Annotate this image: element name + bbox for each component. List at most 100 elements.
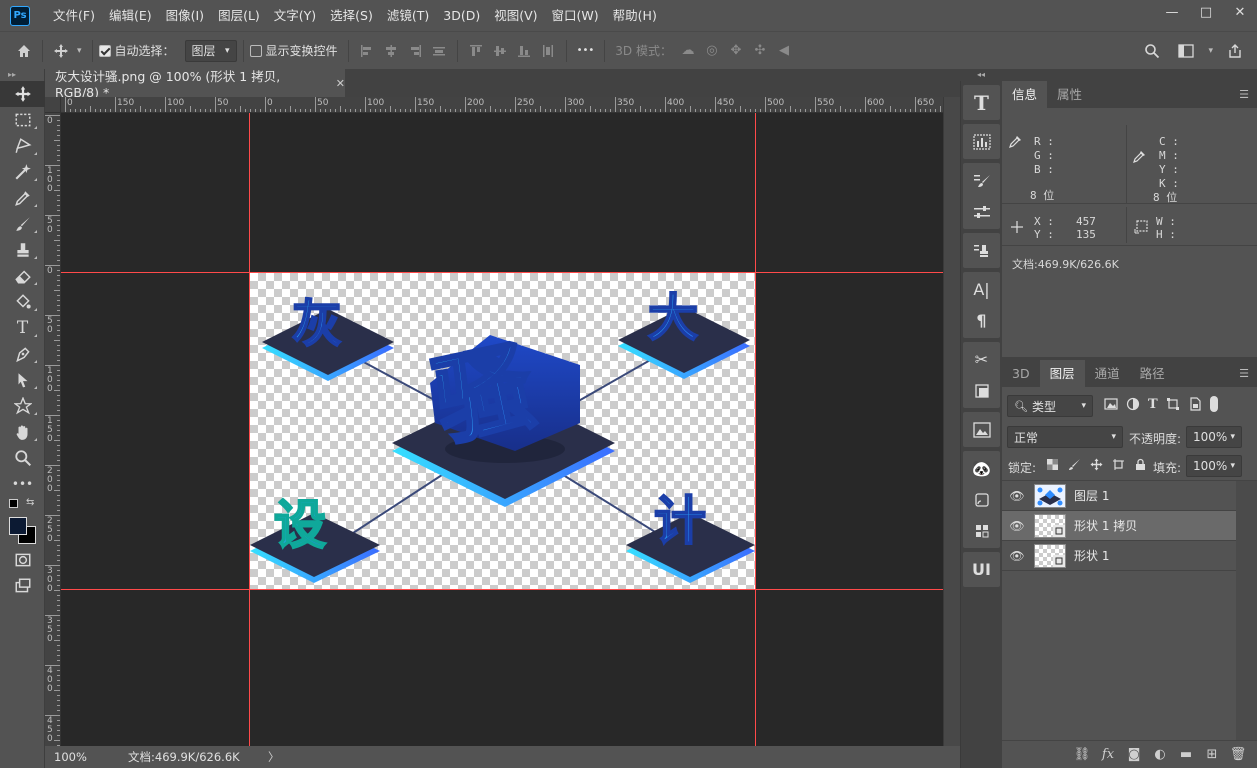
share-icon[interactable] (1223, 39, 1247, 63)
visibility-eye-icon[interactable]: 👁︎ (1002, 489, 1032, 503)
filter-pixel-icon[interactable] (1104, 397, 1118, 411)
lock-transparent-icon[interactable] (1046, 458, 1059, 471)
document-canvas[interactable]: 灰 大 设 计 骚 (250, 273, 755, 589)
tab-info[interactable]: 信息 (1002, 81, 1048, 108)
align-left-icon[interactable] (355, 39, 379, 63)
paint-bucket-icon[interactable] (0, 289, 45, 315)
auto-select-checkbox[interactable] (98, 44, 111, 57)
vertical-ruler[interactable]: 0 100 50 0 50 100 150 200 250 300 350 400 450 (45, 113, 61, 746)
layer-row-layer-1[interactable]: 👁︎ 图层 1 (1002, 481, 1236, 511)
menu-view[interactable]: 视图(V) (487, 0, 544, 31)
tab-properties[interactable]: 属性 (1047, 81, 1092, 108)
guide-vertical-1[interactable] (249, 113, 250, 746)
eyedropper-tool-icon[interactable] (0, 185, 45, 211)
swap-colors-icon[interactable]: ⇆ (26, 497, 34, 508)
path-selection-icon[interactable] (0, 367, 45, 393)
canvas-area[interactable]: 灰 大 设 计 骚 (61, 113, 943, 746)
plugin-ui-icon[interactable]: UI (963, 554, 1000, 585)
type-tool-icon[interactable]: T (0, 315, 45, 341)
3d-pan-icon[interactable]: ✥ (724, 39, 748, 63)
align-right-icon[interactable] (403, 39, 427, 63)
tab-3d[interactable]: 3D (1002, 360, 1040, 387)
close-window-button[interactable]: ✕ (1223, 0, 1257, 24)
quick-mask-icon[interactable] (0, 547, 45, 573)
menu-type[interactable]: 文字(Y) (267, 0, 323, 31)
layer-name[interactable]: 图层 1 (1074, 487, 1109, 504)
align-bottom-icon[interactable] (512, 39, 536, 63)
3d-orbit-icon[interactable]: ☁ (676, 39, 700, 63)
adjustment-icon[interactable]: ◐ (1147, 747, 1173, 762)
menu-layer[interactable]: 图层(L) (211, 0, 267, 31)
mask-icon[interactable]: ◙ (1121, 747, 1147, 762)
fill-field[interactable]: 100% ▾ (1186, 455, 1242, 477)
brush-tool-icon[interactable] (0, 211, 45, 237)
tab-paths[interactable]: 路径 (1130, 360, 1175, 387)
default-colors-icon[interactable] (9, 499, 18, 508)
filter-adjustment-icon[interactable] (1126, 397, 1140, 411)
lock-image-icon[interactable] (1068, 458, 1081, 471)
character-panel-icon[interactable]: A| (963, 274, 1000, 305)
3d-roll-icon[interactable]: ◎ (700, 39, 724, 63)
layer-name[interactable]: 形状 1 (1074, 547, 1109, 564)
tools-preset-icon[interactable]: ✂ (963, 344, 1000, 375)
guide-horizontal-1[interactable] (61, 272, 943, 273)
vertical-scrollbar[interactable] (943, 97, 960, 746)
filter-shape-icon[interactable] (1166, 397, 1180, 411)
maximize-button[interactable]: □ (1189, 0, 1223, 24)
lock-artboard-icon[interactable] (1112, 458, 1125, 471)
zoom-tool-icon[interactable] (0, 445, 45, 471)
collapse-toolbar-icon[interactable]: ▸▸ (0, 69, 44, 81)
move-tool-icon[interactable] (0, 81, 45, 107)
menu-image[interactable]: 图像(I) (159, 0, 211, 31)
lock-position-icon[interactable] (1090, 458, 1103, 471)
artboard-icon[interactable] (963, 375, 1000, 406)
stamp-tool-icon[interactable] (0, 237, 45, 263)
paragraph-icon[interactable]: ¶ (963, 305, 1000, 336)
folder-icon[interactable]: ▬ (1173, 747, 1199, 762)
visibility-eye-icon[interactable]: 👁︎ (1002, 549, 1032, 563)
collapse-dock-icon[interactable]: ◂◂ (960, 69, 1002, 81)
pen-tool-icon[interactable] (0, 341, 45, 367)
eraser-tool-icon[interactable] (0, 263, 45, 289)
plugin-cast-icon[interactable] (963, 484, 1000, 515)
image-library-icon[interactable] (963, 414, 1000, 445)
layer-name[interactable]: 形状 1 拷贝 (1074, 517, 1137, 534)
move-tool-preset-icon[interactable] (49, 39, 73, 63)
document-tab[interactable]: 灰大设计骚.png @ 100% (形状 1 拷贝, RGB/8) * ✕ (45, 69, 345, 100)
zoom-level[interactable]: 100% (54, 750, 128, 764)
home-icon[interactable] (12, 39, 36, 63)
more-options-button[interactable]: ••• (577, 45, 595, 56)
menu-help[interactable]: 帮助(H) (606, 0, 664, 31)
align-vcenter-icon[interactable] (488, 39, 512, 63)
search-icon[interactable] (1140, 39, 1164, 63)
distribute-v-icon[interactable] (536, 39, 560, 63)
chevron-down-icon[interactable]: ▾ (1208, 46, 1213, 56)
filter-type-icon[interactable]: T (1148, 397, 1158, 412)
layers-scrollbar[interactable] (1236, 481, 1257, 741)
minimize-button[interactable]: — (1155, 0, 1189, 24)
clone-source-icon[interactable] (963, 235, 1000, 266)
brush-settings-icon[interactable] (963, 165, 1000, 196)
custom-shape-icon[interactable] (0, 393, 45, 419)
horizontal-ruler[interactable]: 0 150 100 50 0 50 100 150 200 250 300 350 400 450 500 5… (61, 97, 943, 113)
menu-window[interactable]: 窗口(W) (545, 0, 606, 31)
layer-filter-dropdown[interactable]: 🔍︎ 类型 ▾ (1007, 395, 1093, 417)
visibility-eye-icon[interactable]: 👁︎ (1002, 519, 1032, 533)
panel-menu-icon[interactable]: ☰ (1239, 88, 1249, 101)
show-transform-checkbox[interactable] (249, 44, 262, 57)
chevron-down-icon[interactable]: ▾ (77, 46, 82, 56)
fx-icon[interactable]: fx (1095, 747, 1121, 762)
marquee-tool-icon[interactable] (0, 107, 45, 133)
workspace-icon[interactable] (1174, 39, 1198, 63)
histogram-icon[interactable] (963, 126, 1000, 157)
tab-channels[interactable]: 通道 (1085, 360, 1130, 387)
status-menu-arrow[interactable]: 〉 (268, 749, 280, 765)
3d-camera-icon[interactable]: ◀ (772, 39, 796, 63)
opacity-field[interactable]: 100% ▾ (1186, 426, 1242, 448)
screen-mode-icon[interactable] (0, 573, 45, 599)
magic-wand-icon[interactable] (0, 159, 45, 185)
plugin-grid-icon[interactable] (963, 515, 1000, 546)
character-style-icon[interactable]: T (963, 87, 1000, 118)
trash-icon[interactable]: 🗑︎ (1225, 747, 1251, 762)
lock-all-icon[interactable] (1134, 458, 1147, 471)
